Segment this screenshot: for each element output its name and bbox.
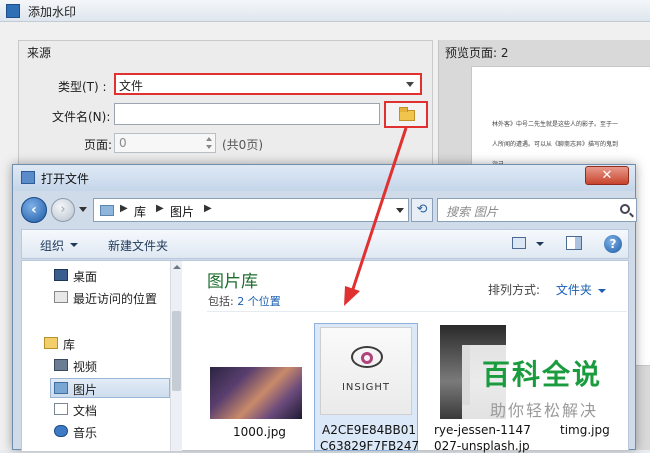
chevron-down-icon[interactable] bbox=[597, 288, 606, 293]
file-thumbnail[interactable] bbox=[210, 367, 302, 419]
preview-pane-icon[interactable] bbox=[566, 236, 582, 250]
library-title: 图片库 bbox=[207, 272, 258, 292]
dialog-toolbar: 组织 新建文件夹 ? bbox=[21, 229, 629, 259]
page-label: 页面: bbox=[84, 138, 113, 152]
address-dropdown-icon[interactable] bbox=[396, 208, 404, 213]
pictures-icon bbox=[54, 382, 68, 394]
search-input[interactable]: 搜索 图片 bbox=[437, 198, 637, 222]
videos-icon bbox=[54, 359, 68, 371]
documents-icon bbox=[54, 403, 68, 415]
back-button[interactable]: ‹ bbox=[21, 197, 47, 223]
file-thumbnail[interactable]: INSIGHT bbox=[320, 327, 412, 415]
navigation-pane: 桌面 最近访问的位置 库 视频 图片 文档 音乐 bbox=[22, 261, 182, 451]
type-label: 类型(T) : bbox=[58, 80, 107, 94]
watermark-subtitle: 助你轻松解决 bbox=[490, 401, 599, 420]
navigation-row: ‹ › ▶ 库 ▶ 图片 ▶ ⟲ 搜索 图片 bbox=[21, 197, 637, 223]
close-button[interactable]: ✕ bbox=[585, 166, 629, 185]
folder-icon bbox=[399, 107, 415, 121]
view-options-icon[interactable] bbox=[512, 237, 526, 249]
recent-places-icon bbox=[54, 291, 68, 303]
preview-line: 人所闻的遭遇。可以从《聊斋志异》描写的鬼到 bbox=[492, 141, 619, 148]
forward-button[interactable]: › bbox=[51, 198, 75, 222]
file-name[interactable]: A2CE9E84BB01 bbox=[322, 423, 416, 437]
nav-item-label: 视频 bbox=[73, 360, 98, 374]
type-select[interactable]: 文件 bbox=[114, 73, 422, 95]
breadcrumb-pictures[interactable]: 图片 bbox=[170, 203, 194, 220]
music-icon bbox=[54, 425, 68, 437]
nav-item-pictures[interactable]: 图片 bbox=[50, 378, 170, 398]
arrange-label: 排列方式: bbox=[488, 283, 541, 297]
bg-window-title: 添加水印 bbox=[28, 5, 77, 19]
filename-label: 文件名(N): bbox=[52, 110, 111, 124]
thumbnail-logo-text: INSIGHT bbox=[341, 382, 391, 393]
dialog-titlebar: 打开文件 ✕ bbox=[13, 165, 635, 191]
page-value: 0 bbox=[119, 136, 127, 150]
address-bar[interactable]: ▶ 库 ▶ 图片 ▶ bbox=[93, 198, 409, 222]
nav-scrollbar[interactable] bbox=[170, 261, 182, 451]
bg-window-titlebar: 添加水印 bbox=[0, 0, 650, 22]
library-icon bbox=[100, 205, 114, 216]
file-name[interactable]: 027-unsplash.jp bbox=[434, 439, 530, 453]
filename-input[interactable] bbox=[114, 103, 380, 125]
nav-item-recent-places[interactable]: 最近访问的位置 bbox=[54, 288, 182, 308]
chevron-down-icon bbox=[406, 82, 414, 87]
arrange-by: 排列方式: 文件夹 bbox=[488, 281, 606, 298]
library-icon bbox=[44, 337, 58, 349]
nav-item-videos[interactable]: 视频 bbox=[54, 356, 182, 376]
file-name[interactable]: timg.jpg bbox=[560, 423, 610, 437]
file-name[interactable]: rye-jessen-1147 bbox=[434, 423, 531, 437]
help-icon[interactable]: ? bbox=[604, 235, 622, 253]
dialog-icon bbox=[21, 171, 35, 184]
dialog-title: 打开文件 bbox=[41, 172, 90, 186]
page-total: (共0页) bbox=[222, 138, 263, 152]
app-icon bbox=[6, 4, 20, 18]
scroll-thumb[interactable] bbox=[172, 311, 181, 391]
search-icon[interactable] bbox=[620, 204, 630, 214]
refresh-button[interactable]: ⟲ bbox=[411, 198, 433, 222]
new-folder-button[interactable]: 新建文件夹 bbox=[108, 237, 168, 254]
watermark: 百科全说 助你轻松解决 bbox=[462, 345, 622, 425]
organize-button[interactable]: 组织 bbox=[40, 237, 64, 254]
nav-item-label: 桌面 bbox=[73, 270, 98, 284]
eye-pupil-icon bbox=[361, 352, 373, 364]
file-name[interactable]: C63829F7FB247 bbox=[320, 439, 419, 453]
browse-button[interactable] bbox=[384, 101, 428, 128]
desktop-icon bbox=[54, 269, 68, 281]
nav-item-library[interactable]: 库 bbox=[44, 334, 172, 354]
file-name[interactable]: 1000.jpg bbox=[233, 425, 286, 439]
nav-item-desktop[interactable]: 桌面 bbox=[54, 266, 182, 286]
breadcrumb-separator-icon[interactable]: ▶ bbox=[120, 203, 128, 214]
breadcrumb-separator-icon[interactable]: ▶ bbox=[156, 203, 164, 214]
scroll-up-icon[interactable] bbox=[173, 265, 181, 269]
nav-item-music[interactable]: 音乐 bbox=[54, 422, 182, 442]
divider bbox=[207, 311, 627, 312]
type-select-value: 文件 bbox=[119, 79, 144, 93]
library-includes: 包括: 2 个位置 bbox=[208, 293, 281, 309]
preview-title: 预览页面: 2 bbox=[445, 46, 509, 60]
breadcrumb-separator-icon[interactable]: ▶ bbox=[204, 203, 212, 214]
nav-item-documents[interactable]: 文档 bbox=[54, 400, 182, 420]
nav-item-label: 库 bbox=[63, 338, 76, 352]
library-includes-label: 包括: bbox=[208, 295, 234, 308]
preview-line: 林外客》中号二先生就是这些人的影子。至于一 bbox=[492, 121, 619, 128]
watermark-title: 百科全说 bbox=[482, 358, 603, 391]
source-legend: 来源 bbox=[27, 46, 52, 60]
page-stepper[interactable]: 0 bbox=[114, 133, 216, 153]
spin-up-icon[interactable] bbox=[206, 137, 212, 141]
search-placeholder: 搜索 图片 bbox=[446, 205, 498, 219]
nav-item-label: 图片 bbox=[73, 383, 98, 397]
nav-item-label: 最近访问的位置 bbox=[73, 292, 158, 306]
nav-item-label: 音乐 bbox=[73, 426, 98, 440]
history-dropdown-icon[interactable] bbox=[79, 207, 87, 212]
arrange-dropdown[interactable]: 文件夹 bbox=[556, 283, 592, 297]
nav-item-label: 文档 bbox=[73, 404, 98, 418]
organize-dropdown-icon[interactable] bbox=[70, 243, 78, 247]
library-locations-link[interactable]: 2 个位置 bbox=[237, 295, 281, 308]
spin-down-icon[interactable] bbox=[206, 145, 212, 149]
breadcrumb-library[interactable]: 库 bbox=[134, 203, 146, 220]
view-dropdown-icon[interactable] bbox=[536, 242, 544, 246]
